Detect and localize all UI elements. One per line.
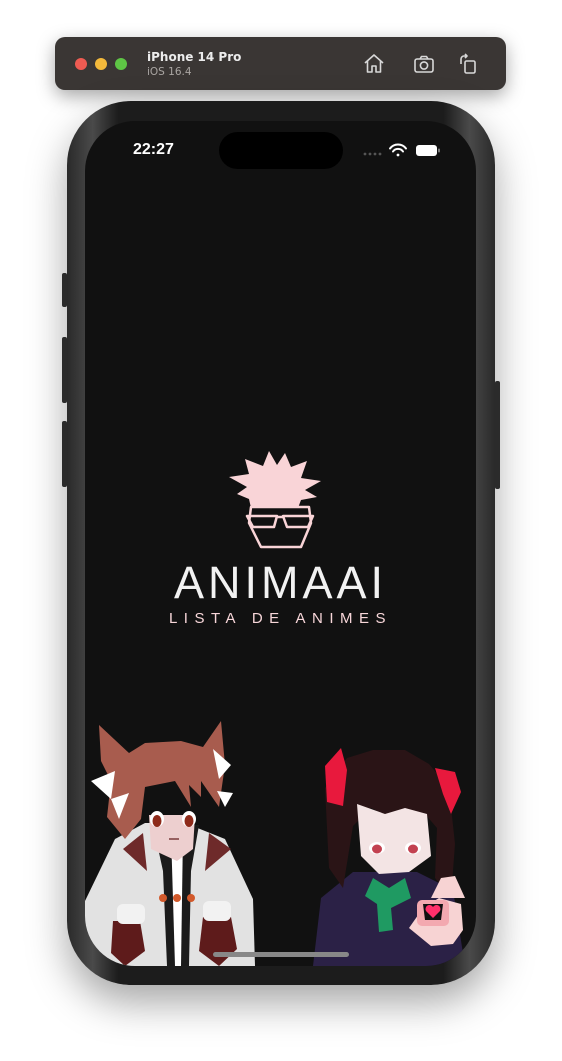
- silent-switch: [62, 273, 67, 307]
- character-right-illustration: [313, 748, 465, 966]
- close-window-button[interactable]: [75, 58, 87, 70]
- screenshot-icon[interactable]: [412, 52, 436, 76]
- volume-up-button: [62, 337, 67, 403]
- iphone-frame: 22:27 ANIMAAI LISTA DE ANIMES: [62, 101, 500, 985]
- status-icons: [363, 143, 440, 157]
- power-button: [495, 381, 500, 489]
- splash-screen: 22:27 ANIMAAI LISTA DE ANIMES: [85, 121, 476, 966]
- character-left-illustration: [85, 721, 255, 966]
- cellular-icon: [363, 152, 382, 156]
- brand-tagline: LISTA DE ANIMES: [168, 610, 393, 627]
- battery-icon: [416, 145, 440, 156]
- wifi-icon: [389, 143, 407, 157]
- dynamic-island: [219, 132, 343, 169]
- zoom-window-button[interactable]: [115, 58, 127, 70]
- status-time: 22:27: [133, 141, 174, 158]
- device-name: iPhone 14 Pro: [147, 50, 242, 64]
- rotate-icon[interactable]: [456, 52, 480, 76]
- animaai-logo: [229, 451, 321, 549]
- home-indicator[interactable]: [213, 952, 349, 957]
- volume-down-button: [62, 421, 67, 487]
- home-icon[interactable]: [362, 52, 386, 76]
- simulator-title-bar: iPhone 14 Pro iOS 16.4: [55, 37, 506, 90]
- minimize-window-button[interactable]: [95, 58, 107, 70]
- brand-name: ANIMAAI: [173, 557, 388, 608]
- os-version: iOS 16.4: [147, 66, 192, 78]
- logo-hair: [229, 451, 321, 508]
